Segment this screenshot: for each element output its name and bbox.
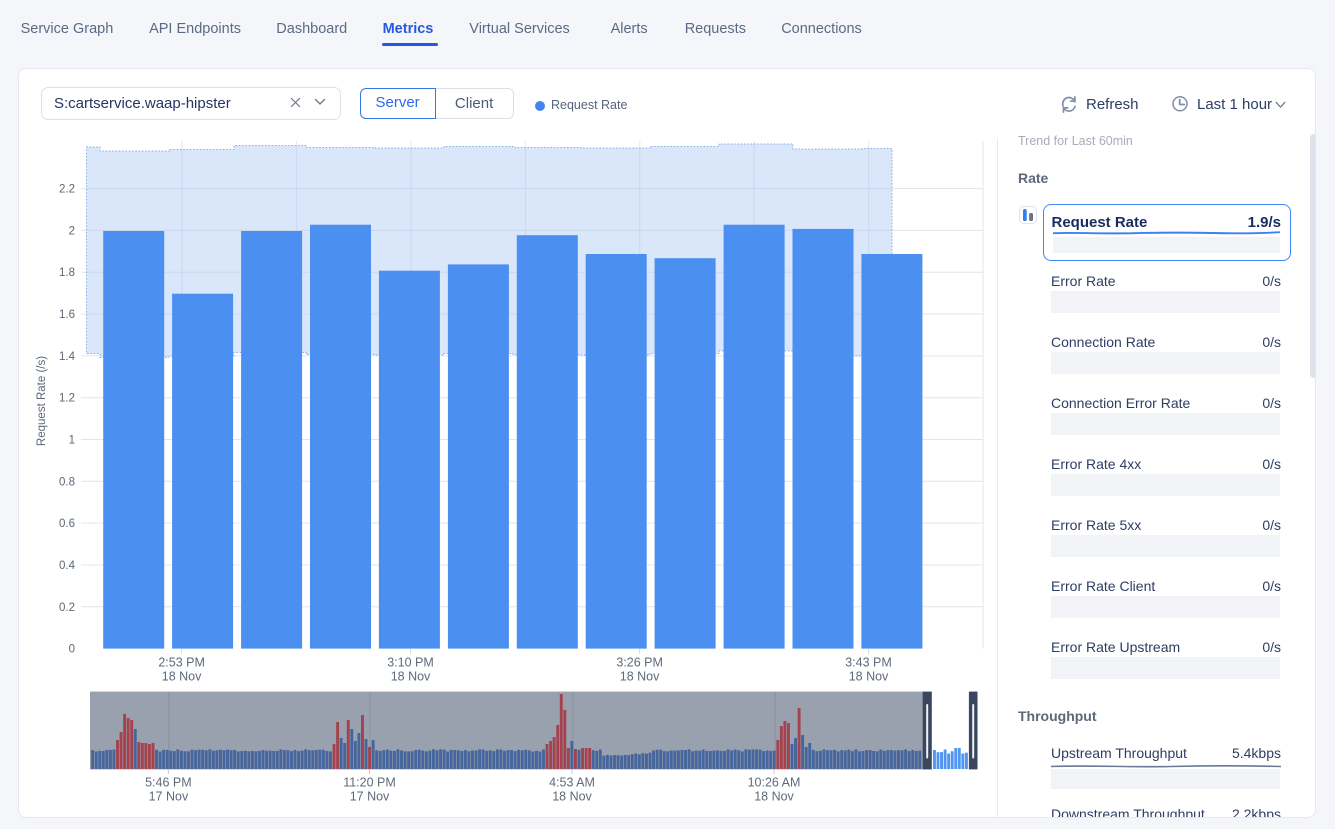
svg-text:2:53 PM: 2:53 PM bbox=[158, 656, 205, 670]
svg-text:0.2: 0.2 bbox=[59, 602, 75, 614]
svg-text:18 Nov: 18 Nov bbox=[849, 670, 889, 684]
svg-text:5:46 PM: 5:46 PM bbox=[145, 776, 192, 790]
svg-text:1.2: 1.2 bbox=[59, 393, 75, 405]
svg-text:10:26 AM: 10:26 AM bbox=[748, 776, 801, 790]
svg-text:18 Nov: 18 Nov bbox=[754, 790, 794, 804]
svg-text:Request Rate (/s): Request Rate (/s) bbox=[36, 356, 48, 446]
svg-text:3:43 PM: 3:43 PM bbox=[845, 656, 892, 670]
svg-text:11:20 PM: 11:20 PM bbox=[343, 776, 396, 790]
svg-text:18 Nov: 18 Nov bbox=[552, 790, 592, 804]
svg-text:18 Nov: 18 Nov bbox=[620, 670, 660, 684]
svg-text:0: 0 bbox=[69, 644, 75, 656]
svg-text:17 Nov: 17 Nov bbox=[149, 790, 189, 804]
svg-text:17 Nov: 17 Nov bbox=[350, 790, 390, 804]
svg-text:1.4: 1.4 bbox=[59, 351, 76, 363]
svg-text:4:53 AM: 4:53 AM bbox=[549, 776, 595, 790]
svg-text:3:26 PM: 3:26 PM bbox=[616, 656, 663, 670]
svg-text:2.2: 2.2 bbox=[59, 184, 75, 196]
svg-text:1.6: 1.6 bbox=[59, 309, 75, 321]
svg-text:0.4: 0.4 bbox=[59, 560, 76, 572]
svg-text:18 Nov: 18 Nov bbox=[162, 670, 202, 684]
svg-text:0.6: 0.6 bbox=[59, 518, 75, 530]
svg-text:0.8: 0.8 bbox=[59, 476, 75, 488]
svg-text:18 Nov: 18 Nov bbox=[391, 670, 431, 684]
svg-text:2: 2 bbox=[69, 225, 75, 237]
svg-text:1.8: 1.8 bbox=[59, 267, 75, 279]
svg-text:1: 1 bbox=[69, 435, 75, 447]
svg-text:3:10 PM: 3:10 PM bbox=[387, 656, 434, 670]
